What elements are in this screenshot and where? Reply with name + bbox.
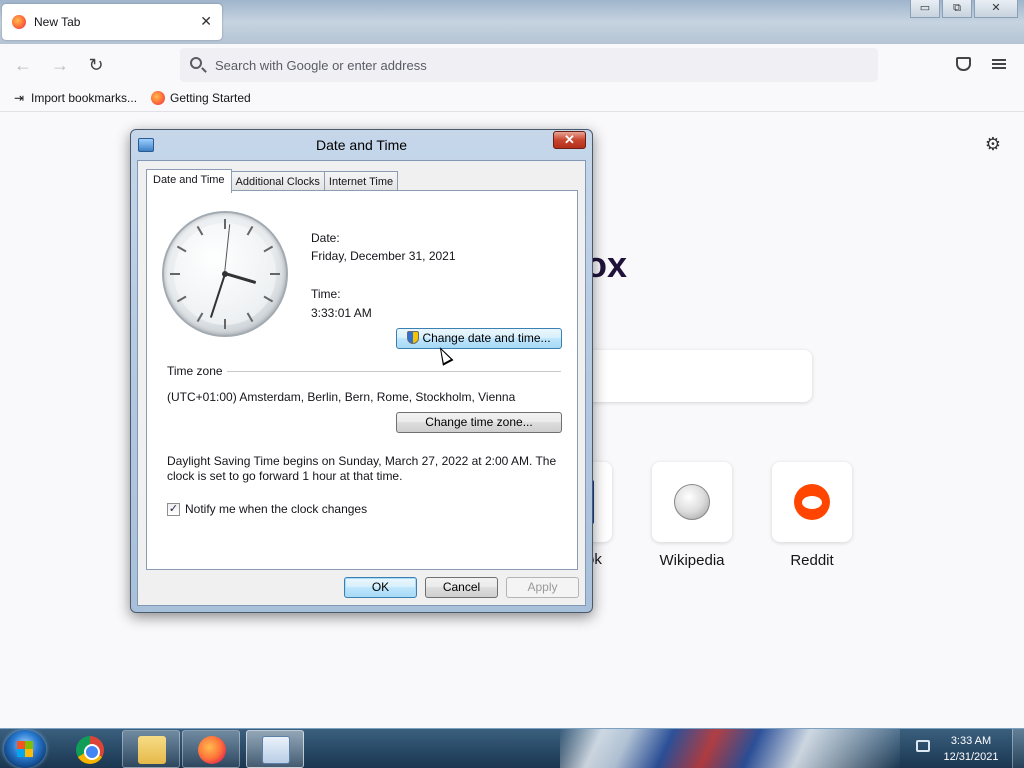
address-placeholder: Search with Google or enter address [215,58,427,73]
bookmark-import[interactable]: ⇥ Import bookmarks... [12,91,137,105]
shortcut-label: Reddit [790,552,834,569]
date-time-control-panel-icon [262,736,290,764]
browser-tabstrip: New Tab ✕ ▭ ⧉ ✕ [0,0,1024,44]
timezone-value: (UTC+01:00) Amsterdam, Berlin, Bern, Rom… [167,390,516,404]
change-date-time-button[interactable]: Change date and time... [396,328,562,349]
pocket-icon[interactable] [956,57,971,71]
clock-tick [224,319,226,329]
change-timezone-button[interactable]: Change time zone... [396,412,562,433]
firefox-icon [151,91,165,105]
reload-button[interactable]: ↻ [85,54,107,76]
file-explorer-icon [138,736,166,764]
analog-clock [162,211,288,337]
checkbox-box[interactable]: ✓ [167,502,180,516]
tab-new-tab[interactable]: New Tab ✕ [2,4,222,40]
taskbar-firefox[interactable] [182,730,240,768]
clock-tick [170,273,180,275]
settings-gear-icon[interactable]: ⚙ [983,134,1003,154]
tab-date-and-time[interactable]: Date and Time [146,169,232,193]
date-value: Friday, December 31, 2021 [311,249,456,263]
newtab-search-box[interactable] [560,350,812,402]
clock-center [222,271,228,277]
notify-checkbox[interactable]: ✓ Notify me when the clock changes [167,502,367,516]
address-bar[interactable]: Search with Google or enter address [180,48,878,82]
restore-button[interactable]: ⧉ [942,0,972,18]
shortcut-tile[interactable] [772,462,852,542]
firefox-icon [198,736,226,764]
taskbar-clock[interactable]: 3:33 AM 12/31/2021 [940,733,1002,765]
tab-panel: Date: Friday, December 31, 2021 Time: 3:… [146,190,578,570]
tab-internet-time[interactable]: Internet Time [323,171,399,192]
navigation-toolbar: ← → ↻ Search with Google or enter addres… [0,44,1024,86]
uac-shield-icon [407,331,420,344]
import-icon: ⇥ [13,91,25,105]
tab-additional-clocks[interactable]: Additional Clocks [230,171,325,192]
minimize-button[interactable]: ▭ [910,0,940,18]
shortcut-label: Wikipedia [659,552,725,569]
back-button[interactable]: ← [12,54,34,76]
taskbar-date-time[interactable] [246,730,304,768]
dialog-close-button[interactable]: ✕ [553,131,586,149]
dialog-title: Date and Time [315,137,408,153]
taskbar-time: 3:33 AM [950,735,992,747]
bookmark-label: Getting Started [170,91,251,105]
taskbar-chrome[interactable] [60,730,118,768]
apply-button[interactable]: Apply [506,577,579,598]
taskbar-file-explorer[interactable] [122,730,180,768]
reddit-icon [794,484,830,520]
chrome-icon [76,736,104,764]
bookmark-label: Import bookmarks... [31,91,138,105]
shortcut-wikipedia[interactable]: Wikipedia [652,462,732,569]
windows-taskbar: 3:33 AM 12/31/2021 [0,728,1024,768]
timezone-header: Time zone [167,364,227,378]
ok-button[interactable]: OK [344,577,417,598]
date-label: Date: [311,231,340,245]
hamburger-menu-icon[interactable] [992,59,1006,69]
timezone-divider [227,371,561,372]
bookmarks-toolbar: ⇥ Import bookmarks... Getting Started [0,86,1024,112]
time-value: 3:33:01 AM [311,306,372,320]
time-label: Time: [311,287,341,301]
shortcut-reddit[interactable]: Reddit [772,462,852,569]
taskbar-date: 12/31/2021 [943,751,999,763]
taskbar-wallpaper [560,729,900,768]
dialog-body: Date and Time Additional Clocks Internet… [137,160,586,606]
network-icon[interactable] [916,740,930,752]
cancel-button[interactable]: Cancel [425,577,498,598]
date-time-dialog: Date and Time ✕ Date and Time Additional… [130,129,593,613]
tab-title: New Tab [34,15,81,29]
bookmark-getting-started[interactable]: Getting Started [151,91,251,105]
firefox-icon [12,15,26,29]
close-window-button[interactable]: ✕ [974,0,1018,18]
shortcut-tile[interactable] [652,462,732,542]
window-controls: ▭ ⧉ ✕ [910,0,1018,18]
forward-button[interactable]: → [49,54,71,76]
dst-description: Daylight Saving Time begins on Sunday, M… [167,454,557,483]
change-date-time-label: Change date and time... [422,331,551,345]
clock-tick [270,273,280,275]
notify-checkbox-label: Notify me when the clock changes [185,502,368,516]
search-icon [190,57,202,69]
clock-tick [224,219,226,229]
show-desktop-button[interactable] [1012,729,1024,768]
tab-close-icon[interactable]: ✕ [200,13,212,30]
start-button[interactable] [4,730,46,768]
wikipedia-icon [674,484,710,520]
